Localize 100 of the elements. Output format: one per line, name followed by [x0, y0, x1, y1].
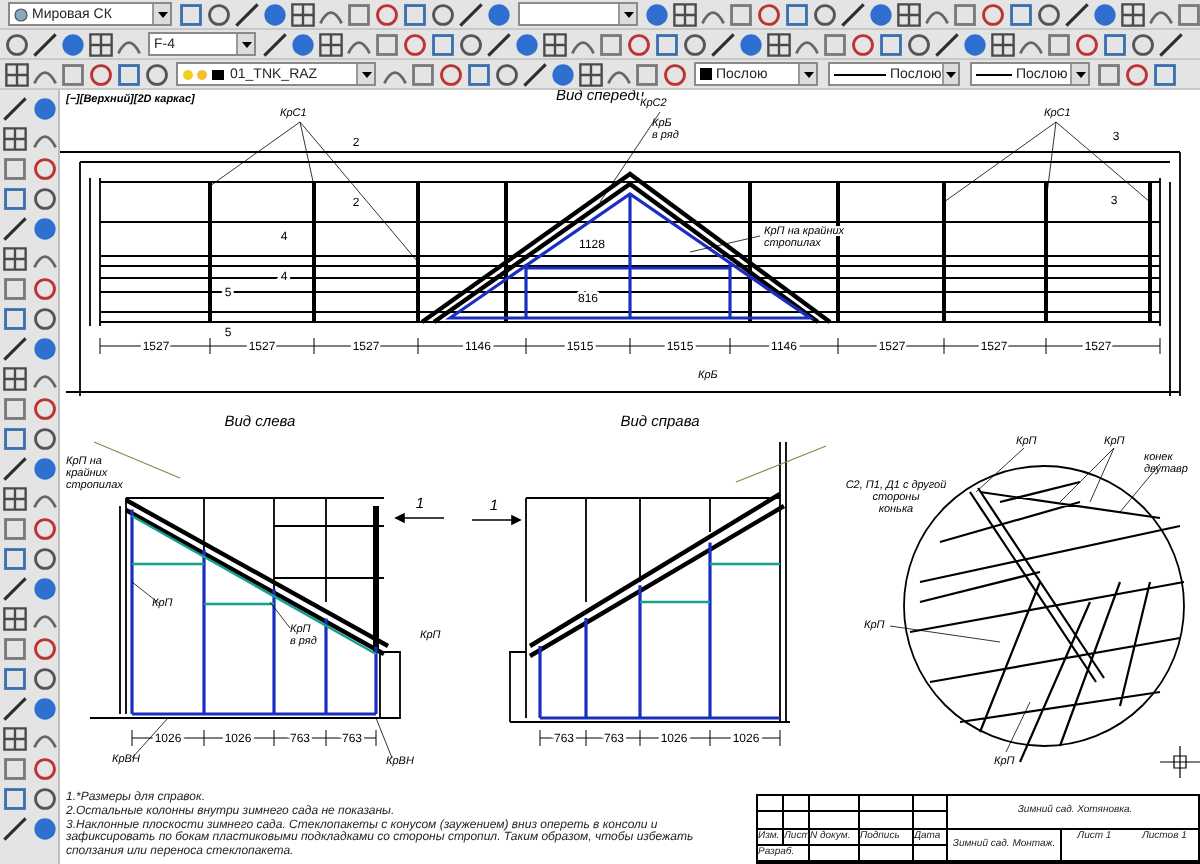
square-icon[interactable] [1096, 61, 1122, 87]
square-icon[interactable] [2, 156, 28, 182]
square-icon[interactable] [784, 1, 810, 27]
sphere-icon[interactable] [550, 61, 576, 87]
circle-icon[interactable] [374, 1, 400, 27]
circle-icon[interactable] [662, 61, 688, 87]
grid-icon[interactable] [990, 31, 1016, 57]
line-icon[interactable] [2, 816, 28, 842]
square-icon[interactable] [2, 636, 28, 662]
line-icon[interactable] [486, 31, 512, 57]
square-icon[interactable] [2, 396, 28, 422]
grid-icon[interactable] [2, 486, 28, 512]
line-icon[interactable] [262, 31, 288, 57]
circle-icon[interactable] [494, 61, 520, 87]
circle-icon[interactable] [32, 786, 58, 812]
line-icon[interactable] [2, 336, 28, 362]
circle-icon[interactable] [1130, 31, 1156, 57]
grid-icon[interactable] [2, 606, 28, 632]
sphere-icon[interactable] [60, 31, 86, 57]
sphere-icon[interactable] [290, 31, 316, 57]
grid-icon[interactable] [318, 31, 344, 57]
square-icon[interactable] [402, 1, 428, 27]
line-icon[interactable] [234, 1, 260, 27]
grid-icon[interactable] [2, 126, 28, 152]
grid-icon[interactable] [2, 726, 28, 752]
square-icon[interactable] [1008, 1, 1034, 27]
line-icon[interactable] [710, 31, 736, 57]
line-icon[interactable] [2, 696, 28, 722]
grid-icon[interactable] [672, 1, 698, 27]
circle-icon[interactable] [1124, 61, 1150, 87]
square-icon[interactable] [878, 31, 904, 57]
square-icon[interactable] [2, 276, 28, 302]
circle-icon[interactable] [850, 31, 876, 57]
circle-icon[interactable] [756, 1, 782, 27]
sphere-icon[interactable] [962, 31, 988, 57]
circle-icon[interactable] [32, 186, 58, 212]
sphere-icon[interactable] [514, 31, 540, 57]
sphere-icon[interactable] [32, 336, 58, 362]
square-icon[interactable] [654, 31, 680, 57]
sphere-icon[interactable] [32, 96, 58, 122]
grid-icon[interactable] [542, 31, 568, 57]
circle-icon[interactable] [32, 396, 58, 422]
sphere-icon[interactable] [486, 1, 512, 27]
circle-icon[interactable] [32, 306, 58, 332]
sphere-icon[interactable] [262, 1, 288, 27]
grid-icon[interactable] [2, 366, 28, 392]
sphere-icon[interactable] [32, 216, 58, 242]
square-icon[interactable] [178, 1, 204, 27]
circle-icon[interactable] [32, 546, 58, 572]
square-icon[interactable] [2, 426, 28, 452]
circle-icon[interactable] [32, 276, 58, 302]
line-icon[interactable] [840, 1, 866, 27]
grid-icon[interactable] [1120, 1, 1146, 27]
line-icon[interactable] [522, 61, 548, 87]
sphere-icon[interactable] [1092, 1, 1118, 27]
line-icon[interactable] [2, 456, 28, 482]
circle-icon[interactable] [32, 636, 58, 662]
square-icon[interactable] [598, 31, 624, 57]
sphere-icon[interactable] [32, 696, 58, 722]
circle-icon[interactable] [626, 31, 652, 57]
line-icon[interactable] [1064, 1, 1090, 27]
line-icon[interactable] [2, 216, 28, 242]
line-icon[interactable] [1158, 31, 1184, 57]
circle-icon[interactable] [1074, 31, 1100, 57]
grid-icon[interactable] [2, 246, 28, 272]
grid-icon[interactable] [4, 61, 30, 87]
sphere-icon[interactable] [868, 1, 894, 27]
grid-icon[interactable] [578, 61, 604, 87]
circle-icon[interactable] [32, 426, 58, 452]
line-icon[interactable] [32, 31, 58, 57]
square-icon[interactable] [2, 756, 28, 782]
square-icon[interactable] [2, 516, 28, 542]
sphere-icon[interactable] [32, 456, 58, 482]
square-icon[interactable] [430, 31, 456, 57]
circle-icon[interactable] [32, 756, 58, 782]
square-icon[interactable] [346, 1, 372, 27]
square-icon[interactable] [2, 786, 28, 812]
circle-icon[interactable] [438, 61, 464, 87]
square-icon[interactable] [410, 61, 436, 87]
square-icon[interactable] [2, 186, 28, 212]
grid-icon[interactable] [88, 31, 114, 57]
circle-icon[interactable] [458, 31, 484, 57]
circle-icon[interactable] [32, 666, 58, 692]
sphere-icon[interactable] [32, 816, 58, 842]
circle-icon[interactable] [906, 31, 932, 57]
circle-icon[interactable] [682, 31, 708, 57]
line-icon[interactable] [2, 576, 28, 602]
square-icon[interactable] [2, 306, 28, 332]
square-icon[interactable] [116, 61, 142, 87]
sphere-icon[interactable] [644, 1, 670, 27]
line-icon[interactable] [458, 1, 484, 27]
square-icon[interactable] [2, 666, 28, 692]
square-icon[interactable] [466, 61, 492, 87]
circle-icon[interactable] [206, 1, 232, 27]
circle-icon[interactable] [980, 1, 1006, 27]
sphere-icon[interactable] [32, 576, 58, 602]
circle-icon[interactable] [32, 156, 58, 182]
circle-icon[interactable] [88, 61, 114, 87]
circle-icon[interactable] [32, 516, 58, 542]
grid-icon[interactable] [290, 1, 316, 27]
